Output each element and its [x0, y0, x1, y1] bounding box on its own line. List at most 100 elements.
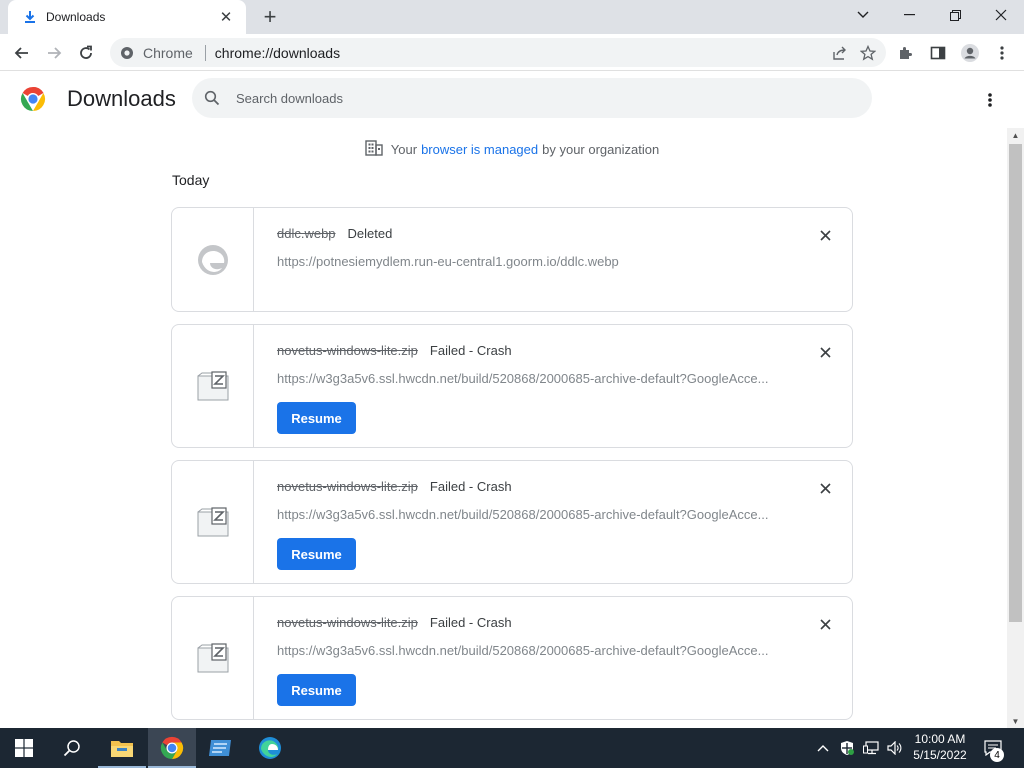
star-icon: [860, 44, 876, 61]
tab-strip: Downloads ✕ +: [0, 0, 1024, 34]
security-tray-button[interactable]: [836, 728, 858, 768]
reload-button[interactable]: [72, 39, 100, 67]
downloads-menu-button[interactable]: [978, 88, 1002, 112]
clock[interactable]: 10:00 AM 5/15/2022: [910, 731, 970, 763]
show-hidden-icons-button[interactable]: [812, 728, 834, 768]
close-window-button[interactable]: [978, 0, 1024, 30]
download-item: novetus-windows-lite.zip Failed - Crash …: [171, 596, 853, 720]
tab-downloads[interactable]: Downloads ✕: [8, 0, 246, 34]
close-icon: [819, 229, 831, 241]
site-label: Chrome: [143, 44, 193, 61]
remove-button[interactable]: [816, 343, 834, 361]
remove-button[interactable]: [816, 479, 834, 497]
file-url[interactable]: https://w3g3a5v6.ssl.hwcdn.net/build/520…: [277, 371, 777, 386]
zip-file-icon: [197, 507, 228, 537]
close-icon: [995, 9, 1007, 21]
close-icon: [819, 482, 831, 494]
page-title: Downloads: [67, 86, 176, 111]
downloads-header: Downloads: [0, 72, 1024, 128]
chrome-menu-button[interactable]: [988, 39, 1016, 67]
file-url[interactable]: https://w3g3a5v6.ssl.hwcdn.net/build/520…: [277, 643, 777, 658]
search-icon: [202, 88, 222, 108]
app-taskbar-button[interactable]: [196, 728, 244, 768]
download-icon: [22, 9, 38, 25]
download-item: novetus-windows-lite.zip Failed - Crash …: [171, 460, 853, 584]
scroll-down-arrow[interactable]: ▼: [1007, 714, 1024, 728]
resume-button[interactable]: Resume: [277, 402, 356, 434]
volume-tray-button[interactable]: [884, 728, 906, 768]
side-panel-button[interactable]: [924, 39, 952, 67]
minimize-button[interactable]: [886, 0, 932, 30]
windows-taskbar: 10:00 AM 5/15/2022: [0, 728, 1024, 768]
chrome-taskbar-button[interactable]: [148, 728, 196, 768]
file-explorer-button[interactable]: [98, 728, 146, 768]
search-button[interactable]: [48, 728, 96, 768]
bookmark-button[interactable]: [854, 39, 882, 67]
new-tab-button[interactable]: +: [258, 6, 282, 28]
browser-toolbar: Chrome chrome://downloads: [0, 34, 1024, 71]
back-arrow-icon: [14, 47, 28, 59]
managed-notice: Your browser is managed by your organiza…: [0, 140, 1024, 159]
file-icon-column: [172, 325, 254, 447]
network-icon: [863, 741, 879, 755]
edge-icon: [259, 737, 281, 759]
chrome-icon: [160, 736, 184, 760]
forward-button[interactable]: [40, 39, 68, 67]
scroll-up-arrow[interactable]: ▲: [1007, 128, 1024, 142]
search-box[interactable]: [192, 78, 872, 118]
chevron-down-icon: [857, 11, 869, 18]
date-heading: Today: [172, 172, 210, 188]
share-icon: [833, 46, 846, 60]
more-vert-icon: [1000, 46, 1004, 60]
more-vert-icon: [988, 93, 992, 107]
restore-icon: [949, 9, 961, 21]
download-item: novetus-windows-lite.zip Failed - Crash …: [171, 324, 853, 448]
download-status: Failed - Crash: [429, 479, 512, 494]
resume-button[interactable]: Resume: [277, 674, 356, 706]
start-button[interactable]: [0, 728, 48, 768]
chrome-logo-icon: [20, 86, 46, 112]
file-icon-column: [172, 461, 254, 583]
reload-icon: [80, 45, 92, 59]
remove-button[interactable]: [816, 615, 834, 633]
tab-close-button[interactable]: ✕: [216, 7, 236, 27]
file-url[interactable]: https://w3g3a5v6.ssl.hwcdn.net/build/520…: [277, 507, 777, 522]
remove-button[interactable]: [816, 226, 834, 244]
search-input[interactable]: [236, 90, 836, 106]
restore-button[interactable]: [932, 0, 978, 30]
back-button[interactable]: [8, 39, 36, 67]
edge-taskbar-button[interactable]: [246, 728, 294, 768]
app-window-icon: [209, 740, 231, 756]
file-icon-column: [172, 597, 254, 719]
edge-icon: [197, 244, 228, 275]
tab-search-button[interactable]: [840, 0, 886, 30]
file-url[interactable]: https://potnesiemydlem.run-eu-central1.g…: [277, 254, 777, 269]
windows-logo-icon: [15, 739, 33, 757]
extensions-button[interactable]: [892, 39, 920, 67]
side-panel-icon: [930, 46, 946, 60]
scroll-thumb[interactable]: [1009, 144, 1022, 622]
managed-prefix: Your: [390, 142, 418, 157]
close-icon: [819, 346, 831, 358]
speaker-icon: [887, 741, 902, 755]
download-status: Failed - Crash: [429, 343, 512, 358]
managed-link[interactable]: browser is managed: [421, 142, 538, 157]
avatar-icon: [961, 44, 979, 62]
network-tray-button[interactable]: [860, 728, 882, 768]
managed-suffix: by your organization: [542, 142, 660, 157]
site-info[interactable]: Chrome: [110, 45, 193, 61]
profile-button[interactable]: [956, 39, 984, 67]
building-icon: [365, 140, 383, 159]
vertical-scrollbar[interactable]: ▲ ▼: [1007, 128, 1024, 728]
minimize-icon: [903, 14, 915, 16]
folder-icon: [111, 741, 133, 757]
resume-button[interactable]: Resume: [277, 538, 356, 570]
address-bar[interactable]: Chrome chrome://downloads: [110, 38, 886, 67]
file-name: novetus-windows-lite.zip: [277, 615, 418, 630]
chrome-site-icon: [121, 46, 133, 59]
download-item: ddlc.webp Deleted https://potnesiemydlem…: [171, 207, 853, 312]
puzzle-icon: [900, 47, 912, 59]
url-text[interactable]: chrome://downloads: [215, 45, 826, 61]
share-button[interactable]: [826, 39, 854, 67]
zip-file-icon: [197, 371, 228, 401]
